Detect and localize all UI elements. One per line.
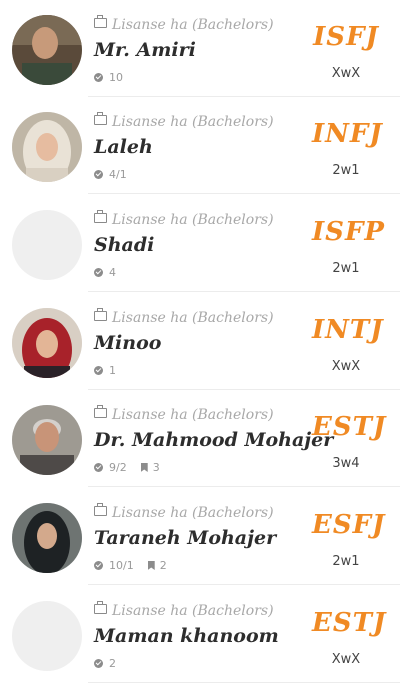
vote-count: 4	[109, 266, 116, 279]
list-item[interactable]: Lisanse ha (Bachelors) Dr. Mahmood Mohaj…	[0, 390, 400, 487]
briefcase-icon	[94, 210, 107, 223]
category-label: Lisanse ha (Bachelors)	[94, 601, 274, 619]
check-circle-icon	[94, 561, 103, 570]
mbti-type: ISFP	[312, 217, 385, 247]
stats: 4/1	[94, 168, 127, 181]
avatar[interactable]	[12, 503, 82, 573]
category-label: Lisanse ha (Bachelors)	[94, 308, 274, 326]
avatar-photo	[12, 503, 82, 573]
vote-count: 1	[109, 364, 116, 377]
category-label: Lisanse ha (Bachelors)	[94, 210, 274, 228]
check-circle-icon	[94, 268, 103, 277]
avatar-photo	[12, 15, 82, 85]
category-text: Lisanse ha (Bachelors)	[112, 505, 274, 521]
stats: 9/2 3	[94, 461, 160, 474]
vote-count: 10	[109, 71, 123, 84]
avatar[interactable]	[12, 112, 82, 182]
enneagram-type: XwX	[331, 66, 361, 81]
category-label: Lisanse ha (Bachelors)	[94, 15, 274, 33]
mbti-type: ESTJ	[312, 608, 387, 638]
check-circle-icon	[94, 659, 103, 668]
bookmark-icon	[140, 463, 148, 472]
bookmark-icon	[147, 561, 155, 570]
avatar-photo	[12, 308, 82, 378]
category-text: Lisanse ha (Bachelors)	[112, 603, 274, 619]
briefcase-icon	[94, 308, 107, 321]
avatar[interactable]	[12, 15, 82, 85]
character-list: Lisanse ha (Bachelors) Mr. Amiri 10 ISFJ…	[0, 0, 400, 686]
list-item[interactable]: Lisanse ha (Bachelors) Laleh 4/1 INFJ 2w…	[0, 97, 400, 194]
mbti-type: INFJ	[312, 119, 383, 149]
vote-count: 9/2	[109, 461, 127, 474]
avatar[interactable]	[12, 601, 82, 671]
character-name[interactable]: Laleh	[94, 136, 153, 158]
list-item[interactable]: Lisanse ha (Bachelors) Shadi 4 ISFP 2w1	[0, 195, 400, 292]
list-item[interactable]: Lisanse ha (Bachelors) Taraneh Mohajer 1…	[0, 488, 400, 585]
avatar[interactable]	[12, 308, 82, 378]
category-text: Lisanse ha (Bachelors)	[112, 212, 274, 228]
category-label: Lisanse ha (Bachelors)	[94, 405, 274, 423]
category-text: Lisanse ha (Bachelors)	[112, 407, 274, 423]
character-name[interactable]: Dr. Mahmood Mohajer	[94, 429, 333, 451]
enneagram-type: 2w1	[332, 261, 360, 276]
character-name[interactable]: Minoo	[94, 332, 161, 354]
check-circle-icon	[94, 366, 103, 375]
mbti-type: ESFJ	[312, 510, 386, 540]
briefcase-icon	[94, 112, 107, 125]
mbti-type: ESTJ	[312, 412, 387, 442]
check-circle-icon	[94, 463, 103, 472]
briefcase-icon	[94, 405, 107, 418]
avatar[interactable]	[12, 210, 82, 280]
vote-count: 10/1	[109, 559, 134, 572]
briefcase-icon	[94, 601, 107, 614]
save-count: 2	[159, 559, 167, 572]
stats: 10/1 2	[94, 559, 167, 572]
vote-count: 4/1	[109, 168, 127, 181]
enneagram-type: 2w1	[332, 163, 360, 178]
category-label: Lisanse ha (Bachelors)	[94, 503, 274, 521]
enneagram-type: XwX	[331, 652, 361, 667]
enneagram-type: XwX	[331, 359, 361, 374]
category-text: Lisanse ha (Bachelors)	[112, 114, 274, 130]
character-name[interactable]: Maman khanoom	[94, 625, 279, 647]
stats: 4	[94, 266, 116, 279]
list-item[interactable]: Lisanse ha (Bachelors) Mr. Amiri 10 ISFJ…	[0, 0, 400, 97]
mbti-type: INTJ	[312, 315, 384, 345]
list-item[interactable]: Lisanse ha (Bachelors) Maman khanoom 2 E…	[0, 586, 400, 683]
check-circle-icon	[94, 170, 103, 179]
avatar[interactable]	[12, 405, 82, 475]
category-text: Lisanse ha (Bachelors)	[112, 310, 274, 326]
category-label: Lisanse ha (Bachelors)	[94, 112, 274, 130]
character-name[interactable]: Taraneh Mohajer	[94, 527, 276, 549]
category-text: Lisanse ha (Bachelors)	[112, 17, 274, 33]
enneagram-type: 2w1	[332, 554, 360, 569]
briefcase-icon	[94, 15, 107, 28]
stats: 1	[94, 364, 116, 377]
stats: 10	[94, 71, 123, 84]
check-circle-icon	[94, 73, 103, 82]
stats: 2	[94, 657, 116, 670]
enneagram-type: 3w4	[332, 456, 360, 471]
character-name[interactable]: Mr. Amiri	[94, 39, 196, 61]
avatar-photo	[12, 405, 82, 475]
save-count: 3	[152, 461, 160, 474]
avatar-photo	[12, 112, 82, 182]
list-item[interactable]: Lisanse ha (Bachelors) Minoo 1 INTJ XwX	[0, 293, 400, 390]
character-name[interactable]: Shadi	[94, 234, 154, 256]
vote-count: 2	[109, 657, 116, 670]
briefcase-icon	[94, 503, 107, 516]
mbti-type: ISFJ	[313, 22, 379, 52]
